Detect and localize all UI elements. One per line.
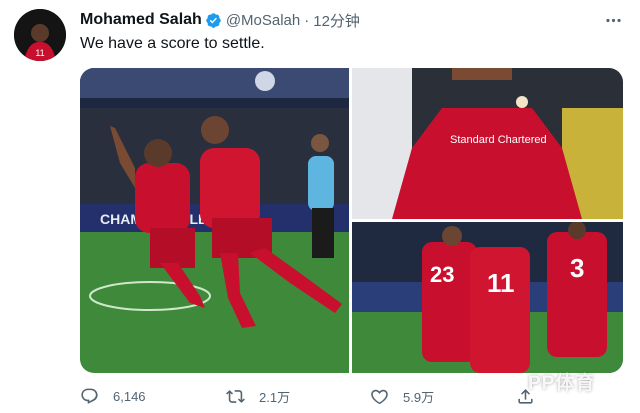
author-handle[interactable]: @MoSalah	[226, 12, 300, 29]
tweet-header: Mohamed Salah @MoSalah · 12分钟	[80, 9, 360, 31]
reply-count: 6,146	[113, 388, 146, 404]
retweet-icon	[226, 387, 245, 406]
player-1-number: 23	[430, 262, 454, 287]
tweet-media-grid: CHAMPIONS LEAGUE	[80, 68, 623, 373]
like-count: 5.9万	[403, 389, 435, 405]
pp-sports-watermark: PP体育	[528, 373, 596, 394]
player-2-number: 11	[487, 268, 515, 298]
verified-badge-icon	[205, 12, 222, 29]
header-separator: ·	[304, 11, 310, 29]
player-3-number: 3	[570, 253, 584, 283]
svg-text:11: 11	[35, 48, 44, 58]
retweet-button[interactable]: 2.1万	[226, 384, 290, 408]
tweet-timestamp[interactable]: 12分钟	[313, 10, 360, 31]
like-icon	[370, 387, 389, 406]
photo-shirt-closeup[interactable]: Standard Chartered	[352, 68, 623, 219]
reply-icon	[80, 387, 99, 406]
reply-button[interactable]: 6,146	[80, 384, 146, 408]
photo-celebration[interactable]: CHAMPIONS LEAGUE	[80, 68, 349, 373]
author-name[interactable]: Mohamed Salah	[80, 11, 202, 29]
like-button[interactable]: 5.9万	[370, 384, 434, 408]
tweet-text: We have a score to settle.	[80, 35, 265, 52]
photo-team-huddle[interactable]: 23 11 3	[352, 222, 623, 373]
sponsor-text: Standard Chartered	[450, 134, 547, 146]
author-avatar[interactable]: 11	[14, 9, 66, 61]
retweet-count: 2.1万	[259, 389, 291, 405]
more-options-icon[interactable]	[601, 9, 625, 31]
